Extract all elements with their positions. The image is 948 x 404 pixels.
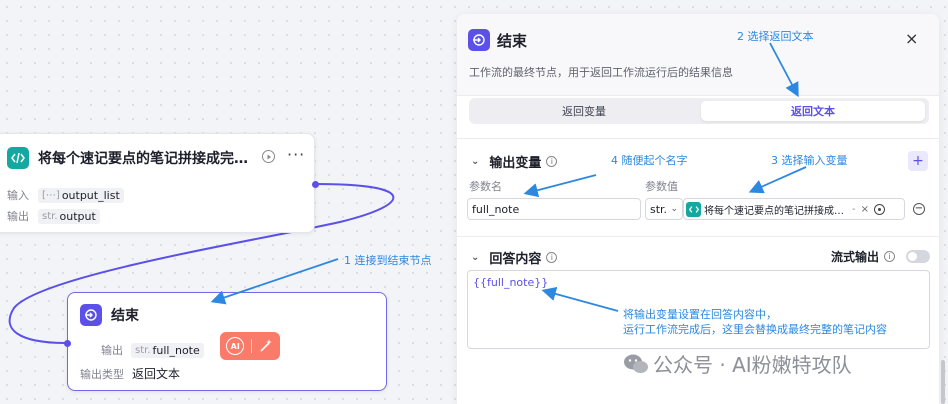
end-node-config-panel: 结束 × 工作流的最终节点，用于返回工作流运行后的结果信息 返回变量 返回文本 …	[457, 14, 939, 404]
more-indicator: -	[852, 203, 856, 215]
annotation-3: 3 选择输入变量	[771, 154, 848, 167]
annotation-1: 1 连接到结束节点	[344, 254, 432, 267]
param-name-input[interactable]: full_note	[467, 198, 641, 220]
panel-header: 结束 × 工作流的最终节点，用于返回工作流运行后的结果信息	[457, 14, 939, 96]
tab-return-variable[interactable]: 返回变量	[473, 101, 695, 121]
chevron-down-icon: ⌄	[670, 204, 678, 214]
output-label: 输出	[101, 344, 123, 357]
output-chip: str. output	[38, 208, 100, 224]
end-node[interactable]: 结束 输出 str. full_note 输出类型 返回文本 AI	[64, 292, 387, 391]
input-chip: [⋯] output_list	[38, 187, 124, 203]
annotation-5-line1: 将输出变量设置在回答内容中，	[623, 308, 777, 321]
answer-content-header[interactable]: ⌄ 回答内容 i	[471, 248, 558, 267]
value-reference-text: 将每个速记要点的笔记拼接成…	[704, 205, 844, 217]
chevron-down-icon[interactable]: ⌄	[471, 156, 479, 167]
stream-output-label: 流式输出	[831, 250, 880, 264]
wechat-icon	[624, 354, 648, 373]
info-icon[interactable]: i	[884, 251, 896, 262]
code-icon	[686, 201, 701, 217]
clear-icon[interactable]: ×	[861, 204, 869, 215]
tab-return-text[interactable]: 返回文本	[701, 101, 925, 121]
type-select[interactable]: str. ⌄	[645, 198, 683, 220]
stream-output-toggle[interactable]	[906, 250, 930, 263]
info-icon[interactable]: i	[546, 156, 558, 167]
inputs-label: 输入	[7, 189, 29, 202]
section-divider	[457, 236, 939, 237]
output-type-label: 输出类型	[80, 367, 124, 381]
chevron-down-icon[interactable]: ⌄	[471, 252, 479, 263]
node-title: 结束	[111, 308, 139, 324]
annotation-5-line2: 运行工作流完成后，这里会替换成最终完整的笔记内容	[623, 323, 887, 336]
node-title: 将每个速记要点的笔记拼接成完…	[38, 151, 248, 167]
param-name-label: 参数名	[469, 180, 502, 193]
watermark: 公众号 · AI粉嫩特攻队	[623, 349, 852, 378]
variable-picker-icon[interactable]	[874, 203, 885, 215]
ai-assist-badge[interactable]: AI	[220, 332, 280, 360]
code-node-joiner[interactable]: 将每个速记要点的笔记拼接成完… ··· 输入 [⋯] output_list 输…	[0, 133, 319, 233]
input-port[interactable]	[64, 340, 71, 347]
info-icon[interactable]: i	[546, 252, 558, 263]
close-icon[interactable]: ×	[905, 29, 918, 48]
add-variable-button[interactable]: +	[908, 151, 928, 171]
answer-content-text: {{full_note}}	[473, 276, 549, 289]
end-node-icon	[80, 304, 102, 326]
panel-description: 工作流的最终节点，用于返回工作流运行后的结果信息	[469, 66, 733, 79]
more-icon[interactable]: ···	[287, 145, 305, 164]
return-mode-tabs: 返回变量 返回文本	[469, 98, 929, 124]
output-port[interactable]	[312, 181, 319, 188]
watermark-text: 公众号 · AI粉嫩特攻队	[653, 353, 852, 377]
panel-title: 结束	[497, 32, 528, 50]
output-vars-header[interactable]: ⌄ 输出变量 i	[471, 152, 558, 171]
output-type-value: 返回文本	[132, 367, 181, 381]
magic-wand-icon	[260, 339, 272, 352]
section-title: 回答内容	[489, 252, 542, 267]
stream-output-control: 流式输出 i	[831, 248, 896, 265]
badge-divider	[250, 339, 252, 353]
remove-variable-button[interactable]: −	[913, 203, 925, 215]
output-chip: str. full_note	[131, 342, 204, 358]
code-icon	[7, 147, 29, 169]
outputs-label: 输出	[7, 210, 29, 223]
run-icon[interactable]	[262, 150, 275, 163]
value-reference-field[interactable]: 将每个速记要点的笔记拼接成… - ×	[683, 198, 905, 220]
section-divider	[457, 138, 939, 139]
panel-scrollbar[interactable]	[941, 360, 945, 404]
ai-icon: AI	[226, 337, 245, 355]
param-value-label: 参数值	[645, 180, 678, 193]
annotation-2: 2 选择返回文本	[737, 30, 814, 43]
annotation-4: 4 随便起个名字	[611, 154, 688, 167]
end-node-icon	[468, 29, 490, 51]
section-title: 输出变量	[489, 156, 542, 171]
